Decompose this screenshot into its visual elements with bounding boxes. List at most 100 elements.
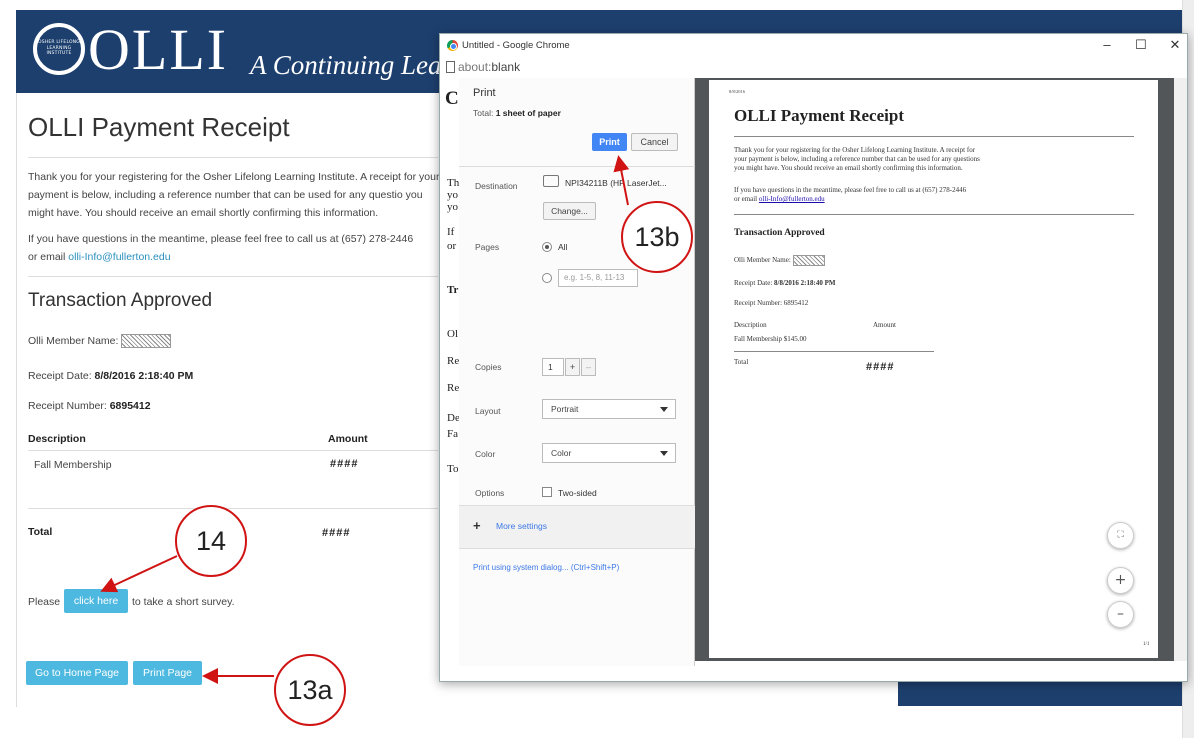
receipt-date-label: Receipt Date: bbox=[28, 370, 95, 382]
layout-value: Portrait bbox=[551, 404, 579, 414]
preview-total-amount: #### bbox=[866, 361, 895, 373]
contact-email-link[interactable]: olli-Info@fullerton.edu bbox=[68, 251, 170, 263]
fragment-letter: C bbox=[445, 88, 459, 109]
intro-line-1: Thank you for your registering for the O… bbox=[28, 171, 440, 201]
contact-line: If you have questions in the meantime, p… bbox=[28, 233, 414, 245]
fit-to-page-icon[interactable]: ⛶ bbox=[1107, 522, 1134, 549]
printer-icon bbox=[543, 175, 559, 187]
print-page-button[interactable]: Print Page bbox=[133, 661, 202, 685]
table-header-amount: Amount bbox=[328, 433, 368, 445]
fragment-letter: Th bbox=[447, 177, 460, 189]
divider bbox=[28, 157, 438, 158]
intro-text: Thank you for your registering for the O… bbox=[28, 168, 444, 222]
olli-logo-text: OLLI bbox=[88, 17, 229, 82]
table-divider bbox=[28, 508, 438, 509]
layout-select[interactable]: Portrait bbox=[542, 399, 676, 419]
member-name-label: Olli Member Name: bbox=[28, 334, 119, 347]
cancel-button[interactable]: Cancel bbox=[631, 133, 678, 151]
table-cell-description: Fall Membership bbox=[34, 459, 112, 471]
options-label: Options bbox=[475, 488, 505, 498]
survey-prompt-suffix: to take a short survey. bbox=[132, 596, 235, 608]
color-label: Color bbox=[475, 449, 496, 459]
system-dialog-link[interactable]: Print using system dialog... (Ctrl+Shift… bbox=[473, 563, 619, 572]
preview-row: Fall Membership $145.00 bbox=[734, 335, 807, 343]
preview-total-label: Total bbox=[734, 358, 749, 366]
copies-increment-button[interactable]: + bbox=[565, 358, 580, 376]
fragment-letter: Re bbox=[447, 382, 460, 394]
fragment-letter: or bbox=[447, 240, 457, 252]
olli-seal-logo: OSHER LIFELONG LEARNING INSTITUTE bbox=[33, 23, 85, 75]
table-header-divider bbox=[28, 450, 438, 451]
survey-prompt-prefix: Please bbox=[28, 596, 61, 608]
preview-page: 8/8/2016 OLLI Payment Receipt Thank you … bbox=[709, 80, 1158, 658]
divider bbox=[28, 276, 438, 277]
preview-section-title: Transaction Approved bbox=[734, 228, 825, 238]
preview-contact-line: If you have questions in the meantime, p… bbox=[734, 186, 967, 194]
pages-label: Pages bbox=[475, 242, 500, 252]
destination-label: Destination bbox=[475, 181, 518, 191]
chrome-titlebar: Untitled - Google Chrome – ☐ ✕ bbox=[440, 34, 1187, 58]
print-panel-title: Print bbox=[473, 87, 496, 99]
chevron-down-icon bbox=[660, 451, 668, 456]
callout-13b: 13b bbox=[621, 201, 693, 273]
total-amount: #### bbox=[322, 527, 351, 539]
preview-member-name: Olli Member Name: bbox=[734, 255, 825, 266]
maximize-icon[interactable]: ☐ bbox=[1132, 37, 1150, 53]
color-select[interactable]: Color bbox=[542, 443, 676, 463]
preview-receipt-date-label: Receipt Date: bbox=[734, 279, 775, 287]
callout-13a: 13a bbox=[274, 654, 346, 726]
preview-email-link: olli-Info@fullerton.edu bbox=[758, 195, 825, 203]
preview-scrollbar[interactable] bbox=[1174, 78, 1187, 661]
fragment-letter: De bbox=[447, 412, 460, 424]
preview-divider bbox=[734, 214, 1134, 215]
zoom-in-icon[interactable]: + bbox=[1107, 567, 1134, 594]
member-name-redacted bbox=[121, 334, 172, 348]
pages-range-input[interactable]: e.g. 1-5, 8, 11-13 bbox=[558, 269, 638, 287]
footer-strip bbox=[898, 682, 1188, 706]
preview-receipt-number: Receipt Number: 6895412 bbox=[734, 299, 809, 307]
preview-intro: Thank you for your registering for the O… bbox=[734, 146, 1054, 173]
go-to-home-page-button[interactable]: Go to Home Page bbox=[26, 661, 128, 685]
print-settings-panel: Print Total: 1 sheet of paper Print Canc… bbox=[459, 78, 695, 666]
preview-intro-line: your payment is below, including a refer… bbox=[734, 155, 980, 163]
print-preview-area: 8/8/2016 OLLI Payment Receipt Thank you … bbox=[695, 78, 1174, 661]
fragment-letter: Ol bbox=[447, 328, 458, 340]
fragment-letter: Fa bbox=[447, 428, 458, 440]
preview-member-redacted bbox=[792, 255, 825, 266]
fragment-letter: yo bbox=[447, 201, 458, 213]
receipt-number-label: Receipt Number: bbox=[28, 400, 110, 412]
chrome-print-window: Untitled - Google Chrome – ☐ ✕ about:bla… bbox=[439, 33, 1188, 682]
zoom-out-icon[interactable]: – bbox=[1107, 601, 1134, 628]
url-text: about:blank bbox=[458, 60, 520, 74]
preview-divider bbox=[734, 136, 1134, 137]
pages-all-radio[interactable] bbox=[542, 242, 552, 252]
page-icon bbox=[446, 61, 455, 73]
receipt-date-field: Receipt Date: 8/8/2016 2:18:40 PM bbox=[28, 370, 193, 382]
preview-page-number: 1/1 bbox=[1143, 642, 1150, 647]
callout-14: 14 bbox=[175, 505, 247, 577]
preview-receipt-date: Receipt Date: 8/8/2016 2:18:40 PM bbox=[734, 279, 835, 287]
underlying-page-fragment: C Th yo yo If or Tr Ol Re Re De Fa To bbox=[440, 78, 460, 681]
two-sided-checkbox[interactable] bbox=[542, 487, 552, 497]
print-total-value: 1 sheet of paper bbox=[495, 108, 561, 118]
change-destination-button[interactable]: Change... bbox=[543, 202, 596, 220]
preview-intro-line: Thank you for your registering for the O… bbox=[734, 146, 976, 154]
destination-value: NPI34211B (HP LaserJet... bbox=[565, 178, 667, 188]
print-button[interactable]: Print bbox=[592, 133, 627, 151]
minimize-icon[interactable]: – bbox=[1098, 37, 1116, 52]
more-settings-link[interactable]: More settings bbox=[496, 521, 547, 531]
survey-click-here-button[interactable]: click here bbox=[64, 589, 128, 613]
fragment-letter: yo bbox=[447, 189, 458, 201]
pages-custom-radio[interactable] bbox=[542, 273, 552, 283]
copies-decrement-button[interactable]: – bbox=[581, 358, 596, 376]
color-value: Color bbox=[551, 448, 572, 458]
preview-divider bbox=[734, 351, 934, 352]
member-name-field: Olli Member Name: bbox=[28, 334, 172, 348]
close-icon[interactable]: ✕ bbox=[1166, 37, 1184, 53]
copies-input[interactable]: 1 bbox=[542, 358, 564, 376]
address-bar[interactable]: about:blank bbox=[440, 58, 1187, 78]
table-cell-amount: #### bbox=[330, 458, 359, 470]
two-sided-label: Two-sided bbox=[558, 488, 597, 498]
chrome-icon bbox=[447, 40, 458, 51]
more-settings-row[interactable]: + More settings bbox=[459, 505, 695, 549]
